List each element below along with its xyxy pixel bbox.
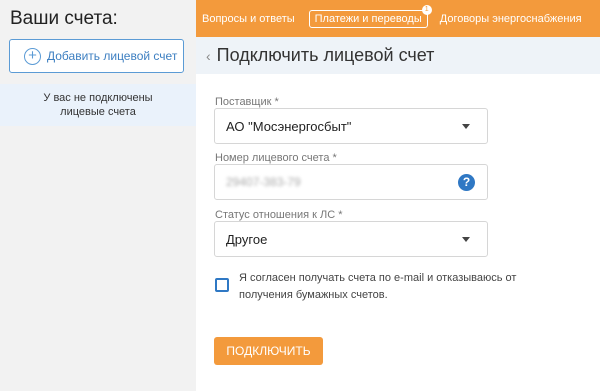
nav-item-payments-label: Платежи и переводы [314,12,422,25]
account-number-label: Номер лицевого счета * [215,152,337,164]
add-account-label: Добавить лицевой счет [47,49,178,63]
status-label: Статус отношения к ЛС * [215,209,343,221]
provider-select[interactable]: АО "Мосэнергосбыт" [214,108,488,144]
connect-account-form: Поставщик * АО "Мосэнергосбыт" Номер лиц… [196,74,600,391]
account-number-input[interactable]: 29407-383-79 ? [214,164,488,200]
connect-button[interactable]: ПОДКЛЮЧИТЬ [214,337,323,365]
help-icon[interactable]: ? [458,174,475,191]
caret-down-icon [462,124,470,129]
page-header: ‹ Подключить лицевой счет [196,37,600,74]
top-nav: Вопросы и ответы Платежи и переводы 1 До… [196,0,600,37]
plus-circle-icon: + [24,47,41,65]
status-value: Другое [226,231,268,247]
account-number-value: 29407-383-79 [226,175,301,189]
provider-label: Поставщик * [215,96,279,108]
status-select[interactable]: Другое [214,221,488,257]
add-account-button[interactable]: + Добавить лицевой счет [9,39,184,73]
nav-item-payments[interactable]: Платежи и переводы 1 [308,4,432,28]
notification-badge: 1 [421,4,432,15]
empty-accounts-message: У вас не подключены лицевые счета [0,84,196,126]
provider-value: АО "Мосэнергосбыт" [226,118,352,134]
consent-text: Я согласен получать счета по e-mail и от… [239,272,517,301]
nav-item-contracts[interactable]: Договоры энергоснабжения [440,13,582,25]
chevron-left-icon[interactable]: ‹ [206,48,211,64]
consent-checkbox[interactable] [215,278,229,292]
sidebar: Ваши счета: + Добавить лицевой счет У ва… [0,0,196,391]
sidebar-title: Ваши счета: [10,8,118,29]
caret-down-icon [462,237,470,242]
page-title: Подключить лицевой счет [216,45,435,65]
nav-item-faq[interactable]: Вопросы и ответы [202,13,295,25]
